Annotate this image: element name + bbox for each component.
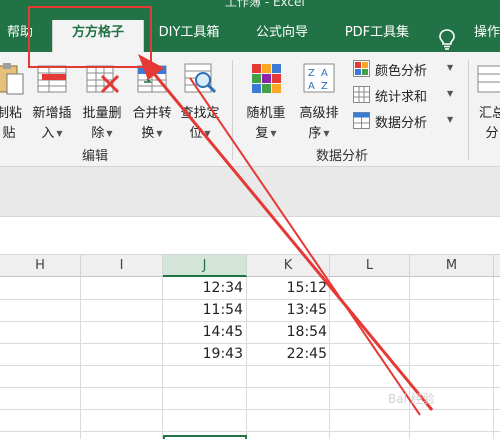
column-header-m[interactable]: M bbox=[410, 255, 494, 277]
tab-pdf-tools[interactable]: PDF工具集 bbox=[334, 20, 420, 52]
cell-j2[interactable]: 11:54 bbox=[163, 299, 243, 321]
svg-text:A: A bbox=[321, 68, 328, 79]
column-header-k[interactable]: K bbox=[247, 255, 330, 277]
group-divider bbox=[468, 60, 469, 160]
find-locate-button[interactable]: 查找定 位 ▼ bbox=[176, 58, 224, 141]
grid-line bbox=[0, 387, 500, 388]
analysis-group-label: 数据分析 bbox=[316, 149, 369, 164]
edit-group-label: 编辑 bbox=[82, 149, 109, 164]
toolbar-band bbox=[0, 167, 500, 217]
color-grid-icon bbox=[353, 60, 370, 77]
chevron-down-icon: ▼ bbox=[106, 129, 113, 138]
insert-icon bbox=[37, 65, 67, 93]
svg-text:Z: Z bbox=[321, 81, 328, 92]
data-analysis-button[interactable]: 数据分析 ▼ bbox=[353, 110, 461, 132]
random-icon bbox=[252, 64, 281, 93]
merge-convert-button[interactable]: 合并转 换 ▼ bbox=[128, 58, 176, 141]
random-repeat-label-2: 复 ▼ bbox=[255, 126, 277, 141]
summary-button[interactable]: 汇总 分 bbox=[474, 58, 500, 141]
column-header-next[interactable] bbox=[494, 255, 500, 277]
sort-icon: Z A A Z bbox=[303, 63, 335, 93]
chevron-down-icon: ▼ bbox=[323, 129, 330, 138]
insert-label-1: 新增插 bbox=[32, 106, 72, 121]
chevron-down-icon: ▼ bbox=[156, 129, 163, 138]
chevron-down-icon: ▼ bbox=[447, 63, 454, 72]
stat-sum-label: 统计求和 bbox=[375, 90, 428, 105]
watermark: Bai 经验 bbox=[388, 392, 435, 406]
find-icon bbox=[184, 63, 217, 94]
window-title: 工作簿 - Excel bbox=[225, 0, 305, 9]
summary-icon bbox=[477, 65, 500, 93]
tab-ffgz[interactable]: 方方格子 bbox=[52, 20, 144, 52]
grid-line bbox=[329, 277, 330, 439]
column-header-i[interactable]: I bbox=[81, 255, 163, 277]
chevron-down-icon: ▼ bbox=[204, 129, 211, 138]
color-analysis-button[interactable]: 颜色分析 ▼ bbox=[353, 58, 461, 80]
cell-j4[interactable]: 19:43 bbox=[163, 343, 243, 365]
cell-k4[interactable]: 22:45 bbox=[247, 343, 327, 365]
insert-label-2: 入 ▼ bbox=[41, 126, 63, 141]
paste-label-1: 制粘 bbox=[0, 106, 22, 121]
paste-label-2: 贴 bbox=[2, 126, 16, 141]
delete-icon bbox=[86, 65, 120, 94]
data-analysis-label: 数据分析 bbox=[375, 116, 428, 131]
chevron-down-icon: ▼ bbox=[270, 129, 277, 138]
summary-label-1: 汇总 bbox=[478, 106, 500, 121]
grid-line bbox=[0, 431, 500, 432]
color-analysis-label: 颜色分析 bbox=[375, 64, 428, 79]
batch-delete-label-1: 批量删 bbox=[82, 106, 122, 121]
chevron-down-icon: ▼ bbox=[56, 129, 63, 138]
cell-k1[interactable]: 15:12 bbox=[247, 277, 327, 299]
cell-j3[interactable]: 14:45 bbox=[163, 321, 243, 343]
title-bar: 工作簿 - Excel bbox=[0, 0, 500, 10]
tab-help[interactable]: 帮助 bbox=[2, 20, 38, 52]
find-locate-label-2: 位 ▼ bbox=[189, 126, 211, 141]
table-grid-icon bbox=[353, 86, 370, 103]
grid-line bbox=[493, 277, 494, 439]
formula-bar[interactable] bbox=[0, 217, 500, 255]
batch-delete-button[interactable]: 批量删 除 ▼ bbox=[78, 58, 126, 141]
cell-k2[interactable]: 13:45 bbox=[247, 299, 327, 321]
column-header-h[interactable]: H bbox=[0, 255, 81, 277]
insert-button[interactable]: 新增插 入 ▼ bbox=[28, 58, 76, 141]
active-cell-outline bbox=[163, 435, 247, 439]
chevron-down-icon: ▼ bbox=[447, 115, 454, 124]
summary-label-2: 分 bbox=[485, 126, 499, 141]
grid-line bbox=[409, 277, 410, 439]
tab-formula-wizard[interactable]: 公式向导 bbox=[244, 20, 320, 52]
ribbon-tab-bar: 帮助 方方格子 DIY工具箱 公式向导 PDF工具集 操作 bbox=[0, 10, 500, 52]
column-header-j[interactable]: J bbox=[163, 255, 247, 277]
tab-operations[interactable]: 操作 bbox=[474, 20, 500, 52]
random-repeat-label-1: 随机重 bbox=[246, 106, 286, 121]
paste-button[interactable]: 制粘 贴 bbox=[0, 58, 28, 141]
merge-convert-label-2: 换 ▼ bbox=[141, 126, 163, 141]
tab-diy-toolbox[interactable]: DIY工具箱 bbox=[148, 20, 230, 52]
ribbon-panel: 制粘 贴 新增插 入 ▼ 批量删 除 ▼ 合并转 换 ▼ 查找定 位 ▼ 编辑 … bbox=[0, 52, 500, 167]
advanced-sort-button[interactable]: Z A A Z 高级排 序 ▼ bbox=[293, 58, 345, 141]
column-header-l[interactable]: L bbox=[330, 255, 410, 277]
cell-k3[interactable]: 18:54 bbox=[247, 321, 327, 343]
chevron-down-icon: ▼ bbox=[447, 89, 454, 98]
stat-sum-button[interactable]: 统计求和 ▼ bbox=[353, 84, 461, 106]
advanced-sort-label-1: 高级排 bbox=[299, 106, 339, 121]
find-locate-label-1: 查找定 bbox=[180, 106, 220, 121]
grid-line bbox=[0, 409, 500, 410]
merge-convert-label-1: 合并转 bbox=[132, 106, 172, 121]
group-divider bbox=[232, 60, 233, 160]
advanced-sort-label-2: 序 ▼ bbox=[308, 126, 330, 141]
cell-j1[interactable]: 12:34 bbox=[163, 277, 243, 299]
table-grid-icon bbox=[353, 112, 370, 129]
svg-text:Z: Z bbox=[308, 68, 315, 79]
spreadsheet-grid[interactable]: H I J K L M 12:34 15:12 11:54 13:45 14:4… bbox=[0, 255, 500, 439]
batch-delete-label-2: 除 ▼ bbox=[91, 126, 113, 141]
random-repeat-button[interactable]: 随机重 复 ▼ bbox=[240, 58, 292, 141]
svg-text:A: A bbox=[308, 81, 315, 92]
paste-icon bbox=[0, 63, 24, 95]
grid-line bbox=[80, 277, 81, 439]
grid-line bbox=[0, 365, 500, 366]
merge-icon bbox=[137, 65, 167, 93]
lightbulb-icon[interactable] bbox=[436, 28, 458, 50]
